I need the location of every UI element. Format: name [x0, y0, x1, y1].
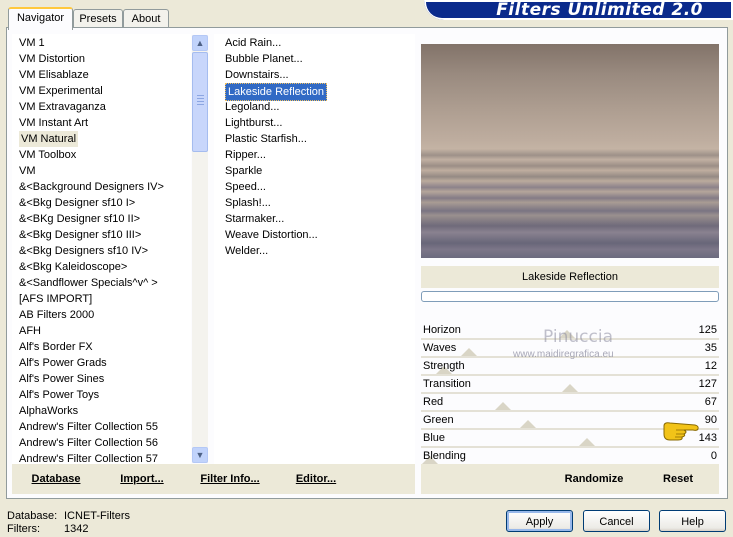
category-item[interactable]: VM Instant Art [19, 115, 88, 131]
slider-value: 143 [698, 432, 717, 444]
tab-presets[interactable]: Presets [73, 9, 123, 28]
tab-navigator[interactable]: Navigator [8, 7, 73, 30]
category-item[interactable]: VM Experimental [19, 83, 103, 99]
import-button[interactable]: Import... [110, 469, 174, 489]
slider-label: Blending [423, 450, 466, 462]
filter-item[interactable]: Acid Rain... [225, 35, 281, 51]
slider-value: 127 [698, 378, 717, 390]
reset-button[interactable]: Reset [650, 469, 706, 489]
category-item[interactable]: Andrew's Filter Collection 56 [19, 435, 158, 451]
database-button[interactable]: Database [22, 469, 90, 489]
slider-label: Horizon [423, 324, 461, 336]
scroll-thumb[interactable] [192, 52, 208, 152]
category-item[interactable]: Alf's Power Grads [19, 355, 107, 371]
slider-value: 125 [698, 324, 717, 336]
database-button-label: Database [31, 473, 81, 485]
category-item[interactable]: VM Elisablaze [19, 67, 89, 83]
editor-button-label: Editor... [295, 473, 337, 485]
slider-label: Strength [423, 360, 465, 372]
filter-item[interactable]: Plastic Starfish... [225, 131, 307, 147]
category-item[interactable]: &<Background Designers IV> [19, 179, 164, 195]
slider-value: 0 [710, 450, 717, 462]
category-item[interactable]: &<Bkg Kaleidoscope> [19, 259, 127, 275]
preview-image [421, 44, 719, 258]
slider-value: 67 [704, 396, 717, 408]
status-database-label: Database: [7, 510, 58, 522]
category-item[interactable]: VM Extravaganza [19, 99, 106, 115]
import-button-label: Import... [120, 473, 164, 485]
category-list[interactable]: VM 1 VM Distortion VM Elisablaze VM Experim… [12, 34, 191, 464]
status-filters-label: Filters: [7, 523, 40, 535]
category-item[interactable]: VM [19, 163, 36, 179]
filter-item[interactable]: Sparkle [225, 163, 262, 179]
scroll-up-icon[interactable]: ▲ [192, 35, 208, 51]
filter-item[interactable]: Bubble Planet... [225, 51, 303, 67]
filter-item[interactable]: Legoland... [225, 99, 279, 115]
category-item[interactable]: Andrew's Filter Collection 57 [19, 451, 158, 464]
filter-item[interactable]: Ripper... [225, 147, 266, 163]
filter-info-button-label: Filter Info... [200, 473, 260, 485]
scroll-down-icon[interactable]: ▼ [192, 447, 208, 463]
filter-item[interactable]: Weave Distortion... [225, 227, 318, 243]
progress-bar [421, 291, 719, 302]
filter-info-button[interactable]: Filter Info... [190, 469, 270, 489]
watermark-name: Pinuccia [543, 327, 613, 347]
filter-item[interactable]: Welder... [225, 243, 268, 259]
category-item[interactable]: &<Bkg Designer sf10 I> [19, 195, 135, 211]
category-item[interactable]: Andrew's Filter Collection 55 [19, 419, 158, 435]
watermark-site: www.maidiregrafica.eu [513, 349, 614, 360]
title-banner: Filters Unlimited 2.0 [424, 0, 733, 20]
status-filters-value: 1342 [64, 523, 89, 535]
editor-button[interactable]: Editor... [287, 469, 345, 489]
help-button[interactable]: Help [659, 510, 726, 532]
category-item[interactable]: &<Bkg Designers sf10 IV> [19, 243, 148, 259]
slider-label: Red [423, 396, 444, 408]
category-scrollbar[interactable]: ▲ ▼ [192, 35, 208, 463]
filter-item[interactable]: Speed... [225, 179, 266, 195]
status-database-value: ICNET-Filters [64, 510, 130, 522]
filter-list[interactable]: Acid Rain... Bubble Planet... Downstairs..… [214, 34, 415, 464]
filter-item[interactable]: Lightburst... [225, 115, 282, 131]
randomize-button[interactable]: Randomize [555, 469, 633, 489]
slider-strength[interactable]: Strength 12 [421, 358, 719, 376]
slider-value: 90 [704, 414, 717, 426]
category-item[interactable]: Alf's Border FX [19, 339, 93, 355]
banner-title: Filters Unlimited 2.0 [496, 0, 703, 20]
category-item[interactable]: &<BKg Designer sf10 II> [19, 211, 140, 227]
category-item[interactable]: Alf's Power Sines [19, 371, 104, 387]
category-item[interactable]: AB Filters 2000 [19, 307, 94, 323]
category-item[interactable]: &<Bkg Designer sf10 III> [19, 227, 141, 243]
pointing-hand-icon [663, 422, 699, 441]
category-item[interactable]: Alf's Power Toys [19, 387, 99, 403]
slider-transition[interactable]: Transition 127 [421, 376, 719, 394]
tab-about[interactable]: About [123, 9, 169, 28]
slider-label: Green [423, 414, 454, 426]
filter-name-label: Lakeside Reflection [421, 266, 719, 288]
slider-label: Waves [423, 342, 457, 354]
slider-label: Transition [423, 378, 471, 390]
category-item[interactable]: AlphaWorks [19, 403, 78, 419]
category-item[interactable]: AFH [19, 323, 41, 339]
category-item[interactable]: VM 1 [19, 35, 45, 51]
slider-label: Blue [423, 432, 446, 444]
slider-red[interactable]: Red 67 [421, 394, 719, 412]
filter-item[interactable]: Downstairs... [225, 67, 289, 83]
category-item[interactable]: VM Toolbox [19, 147, 76, 163]
apply-button[interactable]: Apply [506, 510, 573, 532]
slider-value: 35 [704, 342, 717, 354]
slider-value: 12 [704, 360, 717, 372]
category-item[interactable]: [AFS IMPORT] [19, 291, 92, 307]
filter-item[interactable]: Splash!... [225, 195, 271, 211]
filter-item[interactable]: Starmaker... [225, 211, 284, 227]
category-item[interactable]: VM Natural [19, 131, 79, 147]
category-item[interactable]: VM Distortion [19, 51, 85, 67]
category-item[interactable]: &<Sandflower Specials^v^ > [19, 275, 158, 291]
cancel-button[interactable]: Cancel [583, 510, 650, 532]
